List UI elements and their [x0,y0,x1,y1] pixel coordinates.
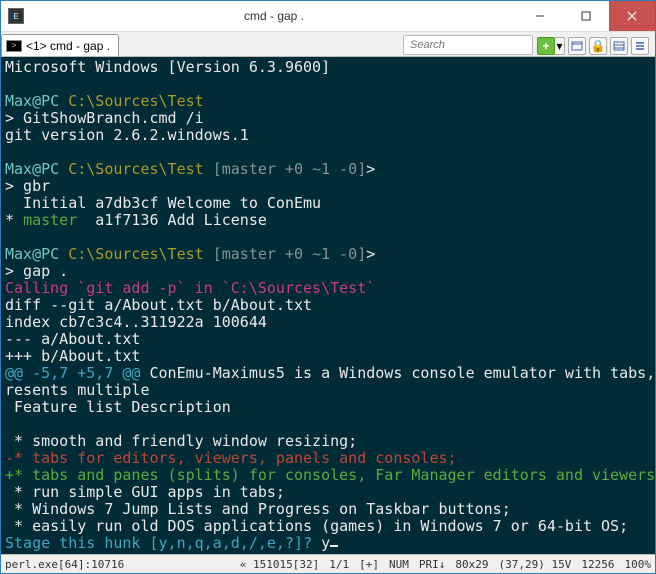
prompt-branch: [master +0 ~1 -0] [213,160,367,178]
status-line: 1/1 [329,558,349,571]
app-icon: E [1,8,31,24]
new-console-dropdown[interactable]: ▾ [555,37,565,55]
stage-answer: y [321,534,330,552]
line: resents multiple [5,381,150,399]
prompt-branch: [master +0 ~1 -0] [213,245,367,263]
tabbar: <1> cmd - gap . + ▾ 🔒 [1,31,655,57]
window-title: cmd - gap . [31,9,517,23]
prompt-path: C:\Sources\Test [68,92,203,110]
line: Calling `git add -p` in `C:\Sources\Test… [5,279,375,297]
stage-prompt: Stage this hunk [y,n,q,a,d,/,e,?]? [5,534,321,552]
tab-label: <1> cmd - gap . [26,39,110,53]
prompt-path: C:\Sources\Test [68,245,203,263]
line: * easily run old DOS applications (games… [5,517,628,535]
line: Feature list Description [5,398,231,416]
diff-ctx: ConEmu-Maximus5 is a Windows console emu… [140,364,655,382]
status-pct: 100% [625,558,652,571]
status-plus: [+] [359,558,379,571]
statusbar: perl.exe[64]:10716 « 151015[32] 1/1 [+] … [1,554,655,573]
titlebar: E cmd - gap . [1,1,655,31]
new-console-button[interactable]: + [537,37,555,55]
minimize-button[interactable] [517,1,563,31]
diff-new: +++ b/About.txt [5,347,140,365]
status-cursor: (37,29) 15V [499,558,572,571]
diff-hunk: @@ -5,7 +5,7 @@ [5,364,140,382]
tab-1[interactable]: <1> cmd - gap . [1,34,119,56]
cmd: > GitShowBranch.cmd /i [5,109,204,127]
diff-header: diff --git a/About.txt b/About.txt [5,296,312,314]
status-pos: « 151015[32] [240,558,319,571]
settings-button[interactable] [610,37,628,55]
prompt-user: Max@PC [5,92,59,110]
close-button[interactable] [609,1,655,31]
diff-index: index cb7c3c4..311922a 100644 [5,313,267,331]
prompt-user: Max@PC [5,245,59,263]
status-size: 80x29 [455,558,488,571]
status-pri: PRI↓ [419,558,446,571]
terminal-output[interactable]: Microsoft Windows [Version 6.3.9600] Max… [1,57,655,554]
line: * smooth and friendly window resizing; [5,432,357,450]
line: Initial a7db3cf Welcome to ConEmu [5,194,321,212]
menu-button[interactable] [631,37,649,55]
prompt-path: C:\Sources\Test [68,160,203,178]
diff-old: --- a/About.txt [5,330,140,348]
diff-added: +* tabs and panes (splits) for consoles,… [5,466,655,484]
cmd-icon [6,40,22,52]
diff-removed: -* tabs for editors, viewers, panels and… [5,449,457,467]
line: git version 2.6.2.windows.1 [5,126,249,144]
line: Microsoft Windows [Version 6.3.9600] [5,58,330,76]
always-on-top-button[interactable]: 🔒 [589,37,607,55]
line: * Windows 7 Jump Lists and Progress on T… [5,500,511,518]
line: a1f7136 Add License [77,211,267,229]
branch: master [23,211,77,229]
line: * run simple GUI apps in tabs; [5,483,285,501]
prompt-user: Max@PC [5,160,59,178]
window-mode-button[interactable] [568,37,586,55]
status-id: 12256 [581,558,614,571]
status-num: NUM [389,558,409,571]
search-input[interactable] [403,35,533,55]
maximize-button[interactable] [563,1,609,31]
cursor [330,545,338,547]
cmd: > gap . [5,262,68,280]
cmd: > gbr [5,177,50,195]
status-process: perl.exe[64]:10716 [5,558,124,571]
line: * [5,211,23,229]
